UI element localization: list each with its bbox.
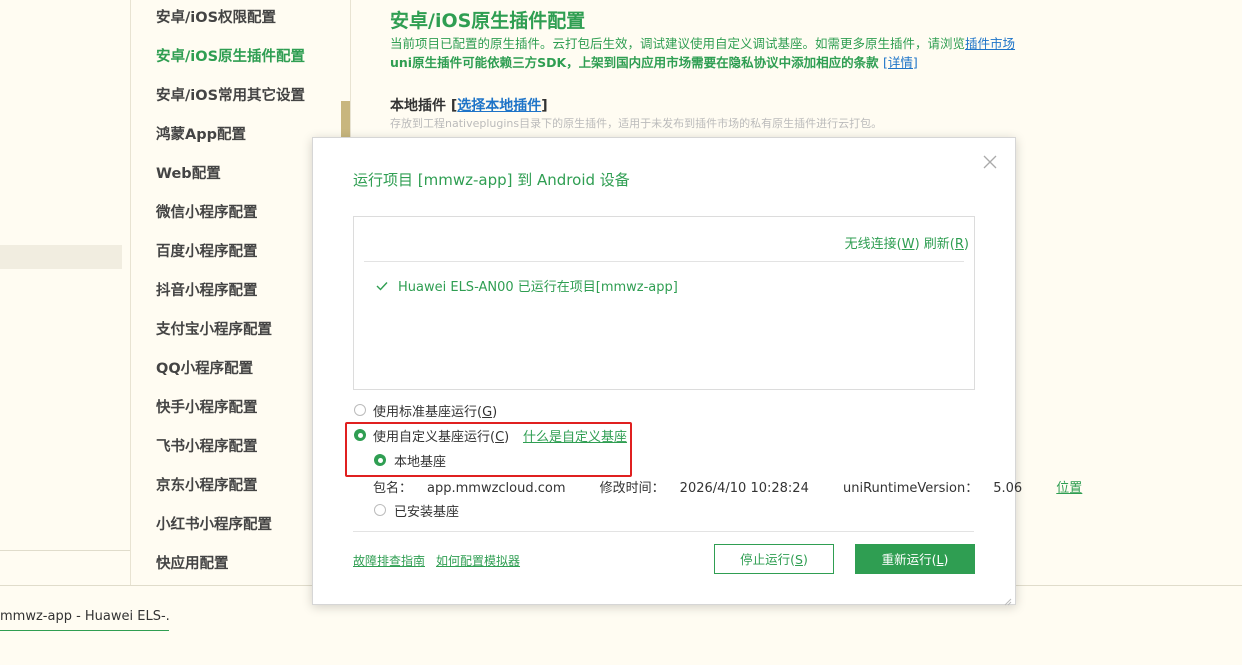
nav-item-other-settings[interactable]: 安卓/iOS常用其它设置 [156, 84, 305, 105]
nav-item-quickapp[interactable]: 快应用配置 [156, 552, 229, 573]
refresh-link[interactable]: 刷新(R) [924, 237, 969, 252]
stop-button[interactable]: 停止运行(S) [714, 544, 834, 574]
radio-installed-base[interactable] [374, 504, 386, 516]
details-link[interactable]: [详情] [883, 55, 918, 70]
runtime-version: uniRuntimeVersion： 5.06 [843, 481, 1023, 496]
resize-grip-icon[interactable] [1002, 591, 1012, 606]
nav-item-alipay[interactable]: 支付宝小程序配置 [156, 318, 272, 339]
scrollbar-thumb[interactable] [341, 101, 350, 142]
radio-standard-base[interactable] [354, 404, 366, 416]
left-panel [0, 0, 131, 585]
nav-item-baidu[interactable]: 百度小程序配置 [156, 240, 258, 261]
local-plugins-header: 本地插件 [选择本地插件] [390, 98, 548, 114]
close-icon[interactable] [981, 153, 999, 171]
device-list-divider [364, 261, 964, 262]
highlight-box [345, 422, 632, 477]
base-info: 包名： app.mmwzcloud.com 修改时间： 2026/4/10 10:2… [373, 477, 1082, 496]
nav-item-harmony[interactable]: 鸿蒙App配置 [156, 123, 246, 144]
device-list-box: 无线连接(W) 刷新(R) Huawei ELS-AN00 已运行在项目[mmw… [353, 216, 975, 390]
dialog-title: 运行项目 [mmwz-app] 到 Android 设备 [353, 171, 630, 189]
modified-time: 修改时间： 2026/4/10 10:28:24 [599, 481, 809, 496]
option-installed-base-label[interactable]: 已安装基座 [394, 501, 459, 520]
select-local-plugin-link[interactable]: 选择本地插件 [457, 98, 541, 114]
dialog-footer-divider [353, 531, 974, 532]
troubleshoot-link[interactable]: 故障排查指南 [353, 552, 425, 569]
nav-item-kuaishou[interactable]: 快手小程序配置 [156, 396, 258, 417]
plugin-market-link[interactable]: 插件市场 [965, 36, 1015, 51]
console-tab[interactable]: mmwz-app - Huawei ELS-... [0, 609, 169, 631]
nav-item-web[interactable]: Web配置 [156, 162, 221, 183]
location-link[interactable]: 位置 [1056, 481, 1082, 496]
local-plugins-description: 存放到工程nativeplugins目录下的原生插件，适用于未发布到插件市场的私… [390, 117, 883, 130]
privacy-notice: uni原生插件可能依赖三方SDK，上架到国内应用市场需要在隐私协议中添加相应的条… [390, 55, 918, 70]
restart-button[interactable]: 重新运行(L) [855, 544, 975, 574]
device-actions: 无线连接(W) 刷新(R) [845, 233, 969, 252]
nav-item-qq[interactable]: QQ小程序配置 [156, 357, 253, 378]
nav-item-douyin[interactable]: 抖音小程序配置 [156, 279, 258, 300]
device-item[interactable]: Huawei ELS-AN00 已运行在项目[mmwz-app] [376, 276, 678, 295]
nav-item-xiaohongshu[interactable]: 小红书小程序配置 [156, 513, 272, 534]
package-info: 包名： app.mmwzcloud.com [373, 481, 566, 496]
nav-item-native-plugins[interactable]: 安卓/iOS原生插件配置 [156, 45, 305, 66]
run-dialog: 运行项目 [mmwz-app] 到 Android 设备 无线连接(W) 刷新(… [312, 137, 1082, 606]
left-panel-highlight [0, 245, 122, 269]
nav-item-feishu[interactable]: 飞书小程序配置 [156, 435, 258, 456]
option-standard-base-label[interactable]: 使用标准基座运行(G) [373, 401, 497, 420]
nav-item-android-ios-permissions[interactable]: 安卓/iOS权限配置 [156, 6, 276, 27]
emulator-config-link[interactable]: 如何配置模拟器 [436, 552, 520, 569]
plugins-description: 当前项目已配置的原生插件。云打包后生效，调试建议使用自定义调试基座。如需更多原生… [390, 36, 1016, 51]
nav-item-jd[interactable]: 京东小程序配置 [156, 474, 258, 495]
left-panel-divider [0, 550, 130, 551]
page-title: 安卓/iOS原生插件配置 [390, 10, 586, 32]
wireless-connect-link[interactable]: 无线连接(W) [845, 237, 920, 252]
check-icon [376, 280, 388, 295]
nav-item-weixin[interactable]: 微信小程序配置 [156, 201, 258, 222]
